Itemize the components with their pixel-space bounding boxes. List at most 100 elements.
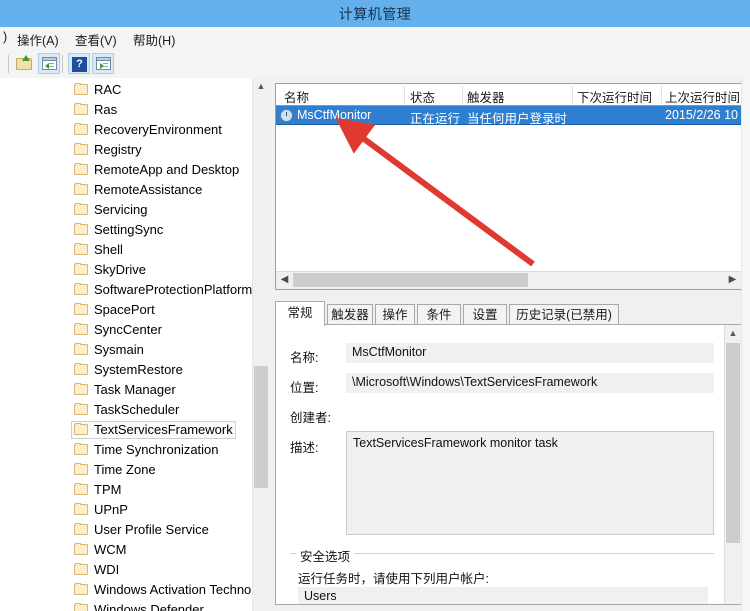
- toolbar-separator-1: [8, 55, 9, 73]
- scroll-up-arrow-icon[interactable]: ▲: [725, 325, 741, 342]
- folder-icon: [74, 443, 88, 455]
- scroll-right-arrow-icon[interactable]: ▶: [724, 272, 741, 288]
- security-account-value: Users: [298, 587, 708, 604]
- tab-strip: 常规 触发器 操作 条件 设置 历史记录(已禁用): [275, 300, 742, 326]
- tree-item-windows-defender[interactable]: Windows Defender: [0, 600, 253, 611]
- outer-scroll-track[interactable]: [741, 78, 750, 611]
- tree-item-softwareprotectionplatform[interactable]: SoftwareProtectionPlatform: [0, 280, 253, 300]
- tree-item-shell[interactable]: Shell: [0, 240, 253, 260]
- tree-item-label: SoftwareProtectionPlatform: [94, 282, 253, 297]
- tree-item-windows-activation-technologies[interactable]: Windows Activation Technologies: [0, 580, 269, 600]
- folder-icon: [74, 343, 88, 355]
- column-header-next-run-time[interactable]: 下次运行时间: [577, 87, 652, 106]
- tree-item-time-synchronization[interactable]: Time Synchronization: [0, 440, 253, 460]
- tab-settings[interactable]: 设置: [463, 304, 507, 325]
- security-hint: 运行任务时，请使用下列用户帐户:: [298, 572, 489, 586]
- tree-item-remoteapp-and-desktop[interactable]: RemoteApp and Desktop: [0, 160, 253, 180]
- tree-item-skydrive[interactable]: SkyDrive: [0, 260, 253, 280]
- tree-item-label: User Profile Service: [94, 522, 209, 537]
- tree-item-remoteassistance[interactable]: RemoteAssistance: [0, 180, 253, 200]
- tree-item-label: Time Synchronization: [94, 442, 219, 457]
- menu-item-truncated[interactable]: ): [0, 30, 10, 44]
- cell-task-last-run: 2015/2/26 10: [665, 108, 738, 122]
- folder-icon: [74, 263, 88, 275]
- scroll-left-arrow-icon[interactable]: ◀: [276, 272, 293, 288]
- scroll-up-arrow-icon[interactable]: ▲: [253, 78, 269, 95]
- tree-item-label: Sysmain: [94, 342, 144, 357]
- folder-icon: [74, 143, 88, 155]
- folder-icon: [74, 83, 88, 95]
- cell-task-name: MsCtfMonitor: [297, 108, 372, 122]
- folder-icon: [74, 383, 88, 395]
- tree-item-task-manager[interactable]: Task Manager: [0, 380, 253, 400]
- general-scrollbar-thumb[interactable]: [726, 343, 740, 543]
- tab-general[interactable]: 常规: [275, 301, 325, 326]
- general-tab-vertical-scrollbar[interactable]: ▲: [724, 325, 741, 604]
- folder-icon: [74, 303, 88, 315]
- title-bar: 计算机管理: [0, 0, 750, 28]
- tree-item-label: UPnP: [94, 502, 128, 517]
- tree-item-upnp[interactable]: UPnP: [0, 500, 253, 520]
- menu-item-view[interactable]: 查看(V): [72, 30, 120, 49]
- tree-item-wdi[interactable]: WDI: [0, 560, 253, 580]
- folder-icon: [74, 363, 88, 375]
- tab-triggers[interactable]: 触发器: [327, 304, 373, 325]
- menu-item-help[interactable]: 帮助(H): [130, 30, 178, 49]
- tree-item-tpm[interactable]: TPM: [0, 480, 253, 500]
- name-value: MsCtfMonitor: [346, 343, 714, 363]
- tab-actions[interactable]: 操作: [375, 304, 415, 325]
- tree-item-label: Ras: [94, 102, 118, 117]
- tree-item-recoveryenvironment[interactable]: RecoveryEnvironment: [0, 120, 253, 140]
- tree-item-label: WCM: [94, 542, 127, 557]
- folder-icon: [74, 163, 88, 175]
- tree-item-user-profile-service[interactable]: User Profile Service: [0, 520, 253, 540]
- column-header-triggers[interactable]: 触发器: [467, 87, 505, 106]
- tree-item-synccenter[interactable]: SyncCenter: [0, 320, 253, 340]
- tree-item-label: SystemRestore: [94, 362, 183, 377]
- show-console-tree-button[interactable]: [38, 53, 60, 74]
- tree-item-textservicesframework[interactable]: TextServicesFramework: [0, 420, 253, 440]
- folder-icon: [74, 103, 88, 115]
- folder-icon: [74, 603, 88, 611]
- tree-item-spaceport[interactable]: SpacePort: [0, 300, 253, 320]
- folder-icon: [74, 463, 88, 475]
- show-action-pane-button[interactable]: [92, 53, 114, 74]
- column-header-name[interactable]: 名称: [284, 87, 309, 106]
- folder-icon: [74, 583, 88, 595]
- hscrollbar-thumb[interactable]: [293, 273, 528, 287]
- tree-item-servicing[interactable]: Servicing: [0, 200, 253, 220]
- tree-scrollbar-thumb[interactable]: [254, 366, 268, 488]
- task-list-horizontal-scrollbar[interactable]: ◀ ▶: [276, 271, 741, 289]
- tree-item-label: TextServicesFramework: [94, 422, 233, 437]
- tree-item-registry[interactable]: Registry: [0, 140, 253, 160]
- tree-vertical-scrollbar[interactable]: ▲: [252, 78, 269, 611]
- menu-item-action[interactable]: 操作(A): [14, 30, 62, 49]
- folder-icon: [74, 283, 88, 295]
- tree-item-label: SettingSync: [94, 222, 164, 237]
- tree-item-sysmain[interactable]: Sysmain: [0, 340, 253, 360]
- tree-item-ras[interactable]: Ras: [0, 100, 253, 120]
- folder-icon: [74, 503, 88, 515]
- tree-item-systemrestore[interactable]: SystemRestore: [0, 360, 253, 380]
- table-row[interactable]: MsCtfMonitor 正在运行 当任何用户登录时 2015/2/26 10: [276, 105, 741, 126]
- tree-item-time-zone[interactable]: Time Zone: [0, 460, 253, 480]
- task-details-pane: 名称 状态 触发器 下次运行时间 上次运行时间 MsCtfMonitor 正在运…: [269, 78, 750, 611]
- column-header-status[interactable]: 状态: [410, 87, 435, 106]
- tab-history-disabled[interactable]: 历史记录(已禁用): [509, 304, 619, 325]
- help-button[interactable]: ?: [68, 53, 90, 74]
- folder-icon: [74, 123, 88, 135]
- tree-item-settingsync[interactable]: SettingSync: [0, 220, 253, 240]
- export-folder-button[interactable]: [14, 53, 36, 74]
- tree-item-wcm[interactable]: WCM: [0, 540, 253, 560]
- folder-icon: [74, 543, 88, 555]
- column-header-last-run-time[interactable]: 上次运行时间: [665, 87, 740, 106]
- author-value: [346, 403, 714, 423]
- tree-item-label: SpacePort: [94, 302, 155, 317]
- author-label: 创建者:: [290, 411, 331, 425]
- tree-item-taskscheduler[interactable]: TaskScheduler: [0, 400, 253, 420]
- description-label: 描述:: [290, 441, 319, 455]
- toolbar-separator-2: [62, 55, 63, 73]
- tab-conditions[interactable]: 条件: [417, 304, 461, 325]
- column-divider: [661, 86, 662, 103]
- tree-item-rac[interactable]: RAC: [0, 80, 253, 100]
